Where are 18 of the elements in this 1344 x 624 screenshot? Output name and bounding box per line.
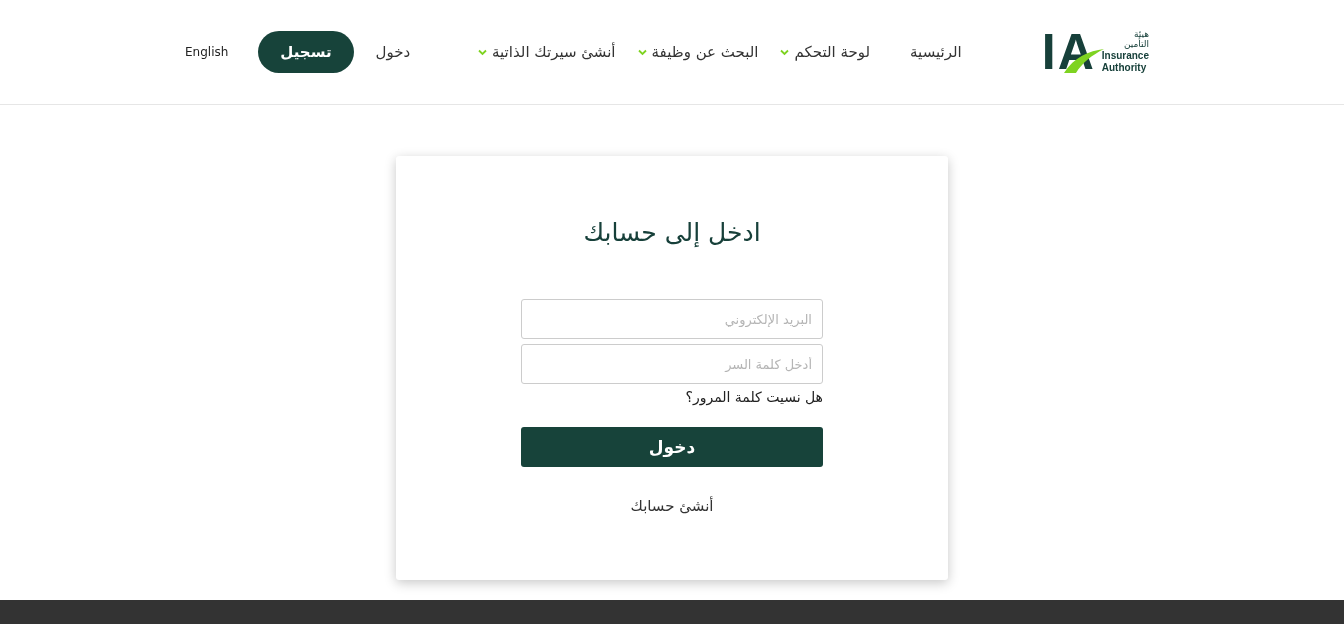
chevron-icon <box>478 48 488 56</box>
nav-link[interactable]: أنشئ سيرتك الذاتية <box>478 43 616 61</box>
nav-link[interactable]: لوحة التحكم <box>780 43 871 61</box>
login-link[interactable]: دخول <box>375 43 411 61</box>
email-field[interactable]: البريد الإلكتروني <box>521 299 823 339</box>
chevron-icon <box>637 48 647 56</box>
nav-link[interactable]: الرئيسية <box>910 43 962 61</box>
logo-text: Authority <box>1101 61 1147 74</box>
create-account-link[interactable]: أنشئ حسابك <box>630 497 714 515</box>
language-link[interactable]: English <box>185 45 229 59</box>
logo-text: هيئة <box>1134 30 1149 40</box>
card-title: ادخل إلى حسابك <box>583 218 761 247</box>
login-button[interactable]: دخول <box>521 427 823 467</box>
nav-link[interactable]: البحث عن وظيفة <box>637 43 759 61</box>
register-button[interactable]: تسجيل <box>258 31 354 73</box>
forgot-password-link[interactable]: هل نسيت كلمة المرور؟ <box>685 389 823 405</box>
logo-text: Insurance <box>1101 49 1149 62</box>
chevron-icon <box>780 48 790 56</box>
